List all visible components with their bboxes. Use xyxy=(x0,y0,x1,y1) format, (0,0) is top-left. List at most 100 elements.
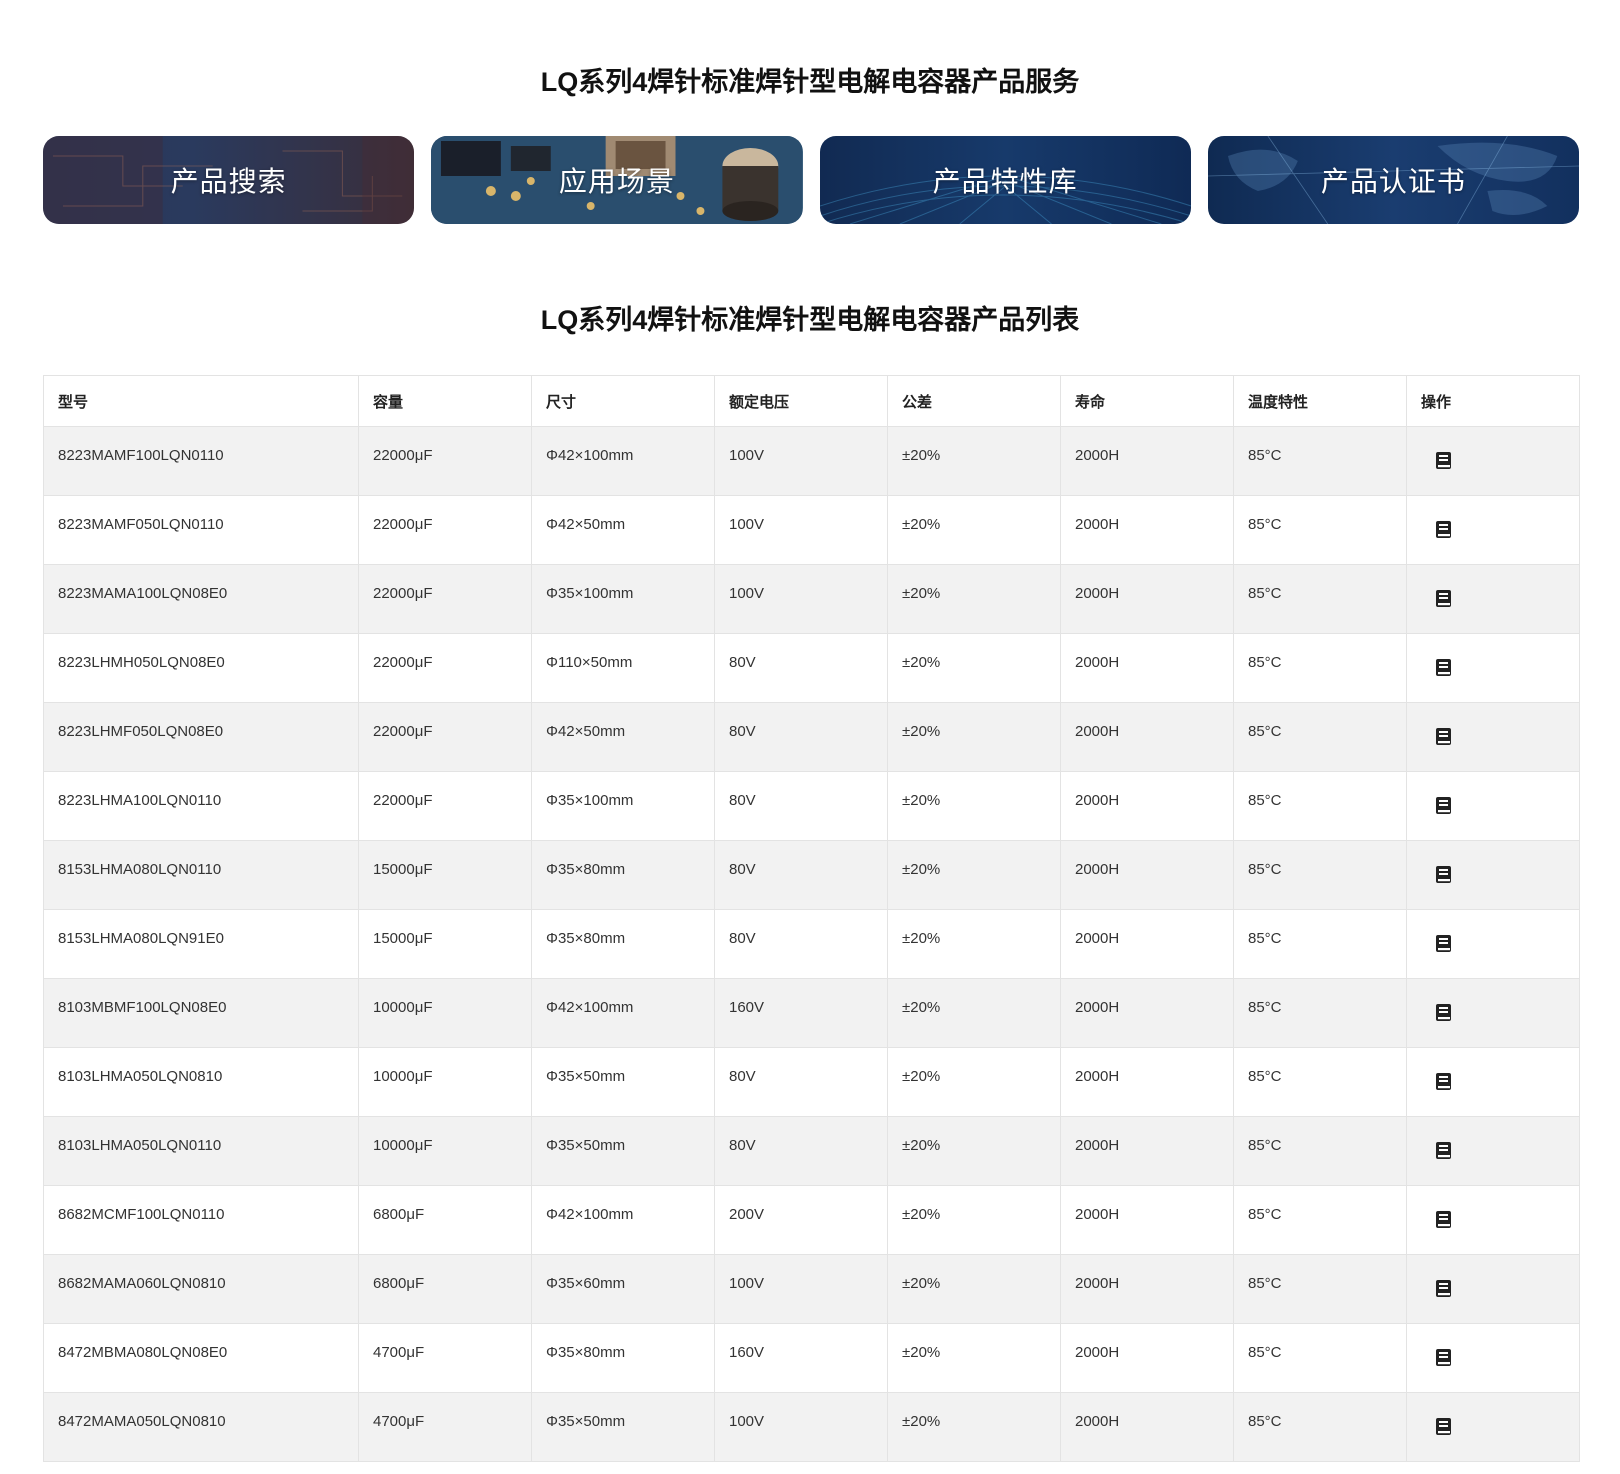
table-row: 8682MAMA060LQN0810 6800μF Φ35×60mm 100V ±20%… xyxy=(43,1254,1580,1324)
cell-temperature: 85°C xyxy=(1233,1254,1407,1324)
table-row: 8472MBMA080LQN08E0 4700μF Φ35×80mm 160V ±20%… xyxy=(43,1323,1580,1393)
table-row: 8223LHMA100LQN0110 22000μF Φ35×100mm 80V ±20… xyxy=(43,771,1580,841)
cell-tolerance: ±20% xyxy=(887,1392,1061,1462)
cell-size: Φ110×50mm xyxy=(531,633,715,703)
header-capacitance: 容量 xyxy=(358,375,532,427)
cell-tolerance: ±20% xyxy=(887,1185,1061,1255)
card-product-certificates[interactable]: 产品认证书 xyxy=(1207,136,1579,224)
cell-lifetime: 2000H xyxy=(1060,909,1234,979)
cell-rated-voltage: 100V xyxy=(714,564,888,634)
cell-action xyxy=(1406,633,1580,703)
list-section-title: LQ系列4焊针标准焊针型电解电容器产品列表 xyxy=(540,305,1080,335)
cell-tolerance: ±20% xyxy=(887,1116,1061,1186)
cell-tolerance: ±20% xyxy=(887,1254,1061,1324)
cell-temperature: 85°C xyxy=(1233,564,1407,634)
header-lifetime: 寿命 xyxy=(1060,375,1234,427)
cell-temperature: 85°C xyxy=(1233,978,1407,1048)
book-icon[interactable] xyxy=(1435,520,1453,540)
cell-rated-voltage: 80V xyxy=(714,633,888,703)
book-icon[interactable] xyxy=(1435,1003,1453,1023)
cell-tolerance: ±20% xyxy=(887,702,1061,772)
cell-capacitance: 4700μF xyxy=(358,1392,532,1462)
card-product-characteristics[interactable]: 产品特性库 xyxy=(819,136,1191,224)
service-cards: 产品搜索 应用场景 产品特性库 产品认证书 xyxy=(43,136,1579,224)
book-icon[interactable] xyxy=(1435,727,1453,747)
table-header-row: 型号 容量 尺寸 额定电压 公差 寿命 温度特性 操作 xyxy=(43,375,1580,427)
table-row: 8472MAMA050LQN0810 4700μF Φ35×50mm 100V ±20%… xyxy=(43,1392,1580,1462)
cell-rated-voltage: 160V xyxy=(714,1323,888,1393)
cell-temperature: 85°C xyxy=(1233,426,1407,496)
table-row: 8153LHMA080LQN91E0 15000μF Φ35×80mm 80V ±20%… xyxy=(43,909,1580,979)
cell-model: 8223MAMF050LQN0110 xyxy=(43,495,359,565)
cell-model: 8223LHMA100LQN0110 xyxy=(43,771,359,841)
book-icon[interactable] xyxy=(1435,865,1453,885)
card-label: 产品认证书 xyxy=(1320,166,1466,197)
table-row: 8682MCMF100LQN0110 6800μF Φ42×100mm 200V ±20… xyxy=(43,1185,1580,1255)
table-body: 8223MAMF100LQN0110 22000μF Φ42×100mm 100V ±2… xyxy=(43,426,1580,1462)
cell-rated-voltage: 200V xyxy=(714,1185,888,1255)
book-icon[interactable] xyxy=(1435,658,1453,678)
cell-size: Φ35×50mm xyxy=(531,1392,715,1462)
cell-capacitance: 22000μF xyxy=(358,495,532,565)
book-icon[interactable] xyxy=(1435,589,1453,609)
cell-lifetime: 2000H xyxy=(1060,1392,1234,1462)
cell-model: 8103LHMA050LQN0810 xyxy=(43,1047,359,1117)
cell-action xyxy=(1406,495,1580,565)
cell-action xyxy=(1406,1254,1580,1324)
table-row: 8223LHMF050LQN08E0 22000μF Φ42×50mm 80V ±20%… xyxy=(43,702,1580,772)
cell-rated-voltage: 100V xyxy=(714,1254,888,1324)
book-icon[interactable] xyxy=(1435,934,1453,954)
cell-lifetime: 2000H xyxy=(1060,1185,1234,1255)
book-icon[interactable] xyxy=(1435,1072,1453,1092)
book-icon[interactable] xyxy=(1435,1348,1453,1368)
cell-temperature: 85°C xyxy=(1233,702,1407,772)
cell-size: Φ42×50mm xyxy=(531,702,715,772)
cell-size: Φ42×100mm xyxy=(531,426,715,496)
cell-capacitance: 22000μF xyxy=(358,426,532,496)
cell-tolerance: ±20% xyxy=(887,564,1061,634)
table-row: 8103LHMA050LQN0810 10000μF Φ35×50mm 80V ±20%… xyxy=(43,1047,1580,1117)
cell-size: Φ42×100mm xyxy=(531,978,715,1048)
book-icon[interactable] xyxy=(1435,451,1453,471)
cell-model: 8223LHMF050LQN08E0 xyxy=(43,702,359,772)
cell-capacitance: 15000μF xyxy=(358,909,532,979)
header-action: 操作 xyxy=(1406,375,1580,427)
product-table-container: 型号 容量 尺寸 额定电压 公差 寿命 温度特性 操作 8223MAMF100L… xyxy=(43,375,1580,1462)
cell-action xyxy=(1406,1323,1580,1393)
card-application-scenarios[interactable]: 应用场景 xyxy=(431,136,803,224)
cell-rated-voltage: 100V xyxy=(714,495,888,565)
cell-action xyxy=(1406,771,1580,841)
cell-lifetime: 2000H xyxy=(1060,771,1234,841)
card-product-search[interactable]: 产品搜索 xyxy=(43,136,415,224)
cell-tolerance: ±20% xyxy=(887,771,1061,841)
cell-size: Φ42×100mm xyxy=(531,1185,715,1255)
cell-action xyxy=(1406,564,1580,634)
cell-tolerance: ±20% xyxy=(887,495,1061,565)
cell-temperature: 85°C xyxy=(1233,1392,1407,1462)
book-icon[interactable] xyxy=(1435,1279,1453,1299)
cell-capacitance: 4700μF xyxy=(358,1323,532,1393)
book-icon[interactable] xyxy=(1435,796,1453,816)
cell-tolerance: ±20% xyxy=(887,978,1061,1048)
cell-temperature: 85°C xyxy=(1233,1047,1407,1117)
book-icon[interactable] xyxy=(1435,1210,1453,1230)
cell-temperature: 85°C xyxy=(1233,495,1407,565)
cell-lifetime: 2000H xyxy=(1060,495,1234,565)
cell-rated-voltage: 80V xyxy=(714,840,888,910)
header-model: 型号 xyxy=(43,375,359,427)
cell-size: Φ35×50mm xyxy=(531,1047,715,1117)
cell-rated-voltage: 80V xyxy=(714,1116,888,1186)
cell-rated-voltage: 80V xyxy=(714,1047,888,1117)
book-icon[interactable] xyxy=(1435,1417,1453,1437)
cell-rated-voltage: 80V xyxy=(714,909,888,979)
cell-temperature: 85°C xyxy=(1233,840,1407,910)
cell-tolerance: ±20% xyxy=(887,909,1061,979)
cell-capacitance: 22000μF xyxy=(358,633,532,703)
cell-size: Φ35×80mm xyxy=(531,840,715,910)
book-icon[interactable] xyxy=(1435,1141,1453,1161)
cell-tolerance: ±20% xyxy=(887,426,1061,496)
cell-capacitance: 10000μF xyxy=(358,1047,532,1117)
header-size: 尺寸 xyxy=(531,375,715,427)
cell-capacitance: 22000μF xyxy=(358,771,532,841)
cell-model: 8682MCMF100LQN0110 xyxy=(43,1185,359,1255)
